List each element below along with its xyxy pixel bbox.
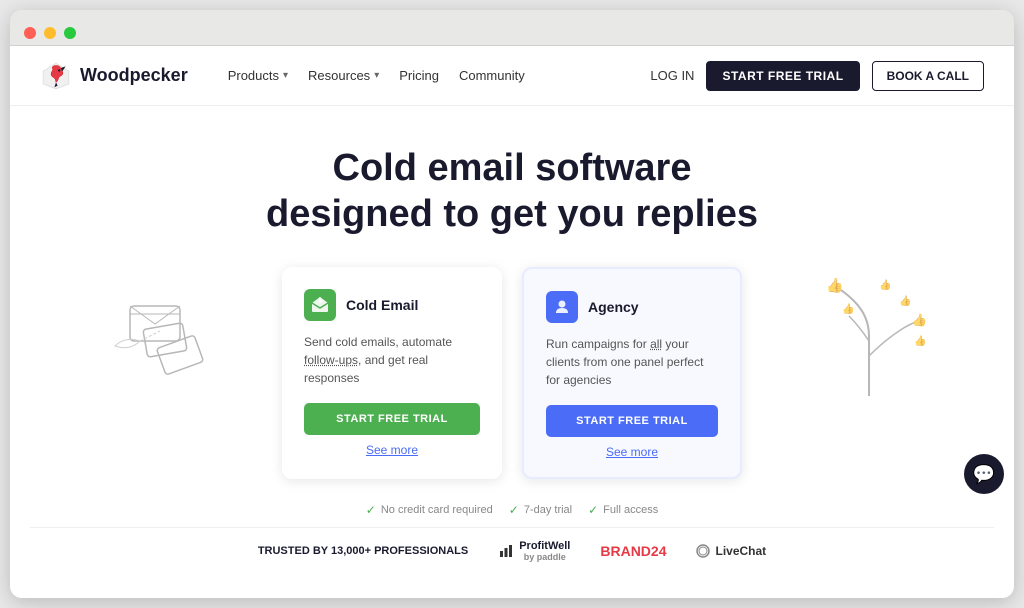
page-content: Woodpecker Products ▾ Resources ▾ Pricin…	[10, 46, 1014, 598]
logo-area[interactable]: Woodpecker	[40, 60, 188, 92]
card-header-agency: Agency	[546, 291, 718, 323]
cards-container: Cold Email Send cold emails, automate fo…	[30, 267, 994, 479]
check-icon: ✓	[588, 503, 598, 517]
dot-red[interactable]	[24, 27, 36, 39]
card-header-cold-email: Cold Email	[304, 289, 480, 321]
hero-section: 👍 👍 👍 👍 👍 👍 Cold email software designed…	[10, 106, 1014, 598]
cold-email-desc: Send cold emails, automate follow-ups, a…	[304, 333, 480, 387]
cold-email-icon	[304, 289, 336, 321]
agency-icon	[546, 291, 578, 323]
dot-yellow[interactable]	[44, 27, 56, 39]
trust-no-credit-card: ✓ No credit card required	[366, 503, 493, 517]
dot-green[interactable]	[64, 27, 76, 39]
trusted-text: TRUSTED BY 13,000+ PROFESSIONALS	[258, 545, 468, 557]
logo-text: Woodpecker	[80, 65, 188, 86]
cold-email-card: Cold Email Send cold emails, automate fo…	[282, 267, 502, 479]
cold-email-cta-button[interactable]: START FREE TRIAL	[304, 403, 480, 435]
brand24-logo: BRAND24	[600, 543, 666, 559]
check-icon: ✓	[509, 503, 519, 517]
chevron-down-icon: ▾	[374, 70, 379, 81]
nav-links: Products ▾ Resources ▾ Pricing Community	[228, 68, 631, 83]
nav-community[interactable]: Community	[459, 68, 525, 83]
browser-window: Woodpecker Products ▾ Resources ▾ Pricin…	[10, 10, 1014, 598]
bottom-bar: TRUSTED BY 13,000+ PROFESSIONALS ProfitW…	[30, 527, 994, 578]
login-button[interactable]: LOG IN	[650, 68, 694, 83]
book-call-button[interactable]: BOOK A CALL	[872, 61, 984, 91]
nav-pricing[interactable]: Pricing	[399, 68, 439, 83]
cold-email-title: Cold Email	[346, 297, 418, 313]
agency-cta-button[interactable]: START FREE TRIAL	[546, 405, 718, 437]
trust-full-access: ✓ Full access	[588, 503, 658, 517]
livechat-icon	[696, 544, 710, 558]
start-trial-nav-button[interactable]: START FREE TRIAL	[706, 61, 859, 91]
hero-title: Cold email software designed to get you …	[30, 146, 994, 237]
agency-card: Agency Run campaigns for all your client…	[522, 267, 742, 479]
logo-icon	[40, 60, 72, 92]
browser-chrome	[10, 10, 1014, 46]
agency-title: Agency	[588, 299, 639, 315]
check-icon: ✓	[366, 503, 376, 517]
agency-see-more[interactable]: See more	[546, 445, 718, 459]
chevron-down-icon: ▾	[283, 70, 288, 81]
nav-actions: LOG IN START FREE TRIAL BOOK A CALL	[650, 61, 984, 91]
profitwell-icon	[498, 543, 514, 559]
profitwell-logo: ProfitWell by paddle	[498, 540, 570, 562]
nav-resources[interactable]: Resources ▾	[308, 68, 379, 83]
livechat-logo: LiveChat	[696, 544, 766, 558]
nav-products[interactable]: Products ▾	[228, 68, 288, 83]
cold-email-see-more[interactable]: See more	[304, 443, 480, 457]
trust-7-day-trial: ✓ 7-day trial	[509, 503, 572, 517]
agency-desc: Run campaigns for all your clients from …	[546, 335, 718, 389]
navbar: Woodpecker Products ▾ Resources ▾ Pricin…	[10, 46, 1014, 106]
